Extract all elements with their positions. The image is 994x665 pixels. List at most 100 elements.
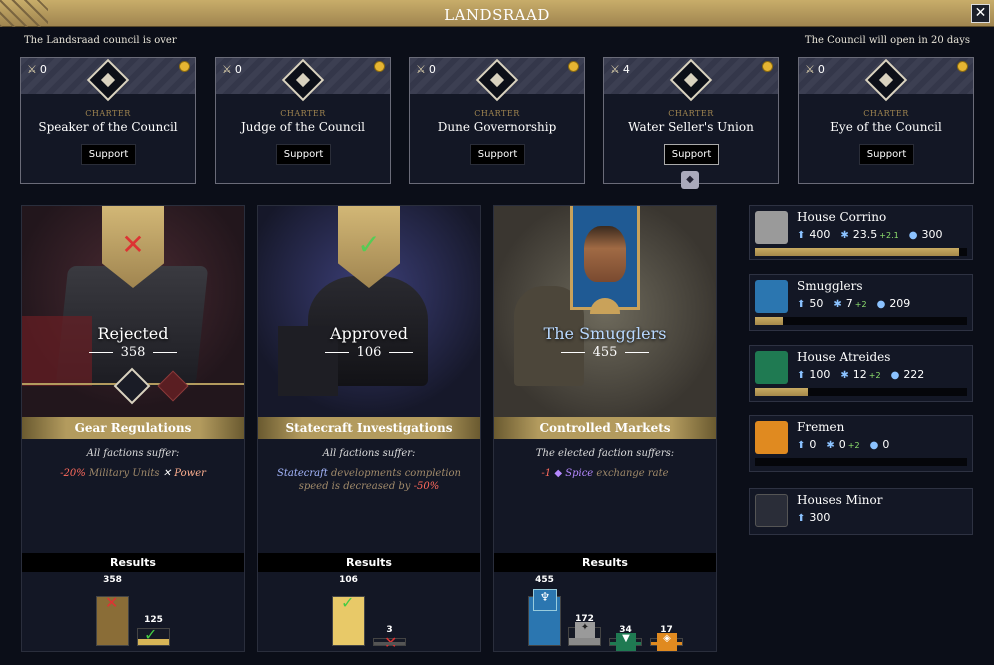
swords-icon: ⚔	[27, 63, 37, 76]
decree-outcome: Rejected	[97, 324, 169, 343]
effect-value: -20%	[60, 468, 86, 479]
decree-subtitle: The elected faction suffers:	[535, 448, 675, 459]
result-bar: ✓	[332, 593, 365, 646]
faction-row-fremen[interactable]: Fremen ⬆ 0 ✱ 0 +2 ● 0	[749, 415, 973, 472]
swords-icon: ⚔	[610, 63, 620, 76]
charter-card[interactable]: ⚔ 4 CHARTER Water Seller's Union Support	[603, 57, 779, 184]
council-status: The Landsraad council is over	[24, 35, 177, 46]
coin-icon	[957, 61, 968, 72]
result-bar-fill	[569, 638, 600, 645]
faction-row-house-corrino[interactable]: House Corrino ⬆ 400 ✱ 23.5 +2.1 ● 300	[749, 205, 973, 260]
decree-card[interactable]: ✓ Approved 106 Statecraft Investigations…	[257, 205, 481, 652]
supplies-value: 0	[882, 438, 890, 451]
page-title: LANDSRAAD	[444, 6, 550, 24]
influence-icon: ⬆	[797, 230, 806, 241]
effect-key: Spice	[565, 468, 594, 479]
support-button[interactable]: Support	[470, 144, 525, 165]
agents-icon: ✱	[833, 299, 842, 310]
results-header: Results	[494, 553, 716, 572]
result-bar-fill	[610, 642, 641, 645]
charter-card[interactable]: ⚔ 0 CHARTER Judge of the Council Support	[215, 57, 391, 184]
faction-row-houses-minor[interactable]: Houses Minor ⬆ 300	[749, 488, 973, 535]
result-bar: ✕	[96, 593, 129, 646]
decree-vote-total: 106	[258, 345, 480, 360]
decree-card[interactable]: The Smugglers 455 Controlled Markets The…	[493, 205, 717, 652]
coin-icon	[762, 61, 773, 72]
faction-progress-bar	[755, 317, 967, 325]
result-value: 455	[535, 575, 554, 585]
agents-value: 23.5	[852, 228, 878, 241]
charter-label: CHARTER	[474, 109, 520, 118]
decree-vote-total: 455	[494, 345, 716, 360]
military-units-icon: ✕	[162, 468, 172, 479]
support-button[interactable]: Support	[276, 144, 331, 165]
effect-tail: Power	[171, 468, 206, 479]
swords-icon: ⚔	[805, 63, 815, 76]
spice-icon: ◆	[554, 468, 563, 479]
faction-shield-icon: ◆	[681, 171, 699, 189]
charter-label: CHARTER	[85, 109, 131, 118]
agents-gain: +2	[847, 441, 860, 450]
agents-value: 0	[838, 438, 846, 451]
decree-effect: Statecraft developments completion speed…	[276, 467, 462, 493]
charter-label: CHARTER	[280, 109, 326, 118]
decree-artwork: The Smugglers 455	[494, 206, 716, 417]
influence-value: 100	[809, 368, 831, 381]
charter-vote-count: ⚔ 0	[222, 63, 242, 76]
supplies-value: 222	[903, 368, 925, 381]
coin-icon	[374, 61, 385, 72]
charter-name: Eye of the Council	[830, 120, 942, 134]
decree-outcome: Approved	[329, 324, 409, 343]
effect-value: -50%	[413, 481, 440, 492]
effect-text: Military Units	[85, 468, 163, 479]
faction-stats: ⬆ 100 ✱ 12 +2 ● 222	[797, 368, 934, 381]
influence-value: 400	[809, 228, 831, 241]
decree-name: Statecraft Investigations	[258, 417, 480, 439]
check-icon: ✓	[341, 593, 355, 612]
result-bar: ✓	[137, 625, 170, 646]
support-button[interactable]: Support	[81, 144, 136, 165]
faction-row-smugglers[interactable]: Smugglers ⬆ 50 ✱ 7 +2 ● 209	[749, 274, 973, 331]
supplies-icon: ●	[908, 230, 918, 241]
faction-name: House Atreides	[797, 350, 891, 364]
decree-card[interactable]: ✕ Rejected 358 Gear Regulations All fact…	[21, 205, 245, 652]
result-bar: ✕	[373, 633, 406, 652]
charter-vote-count: ⚔ 4	[610, 63, 630, 76]
influence-icon: ⬆	[797, 513, 806, 524]
charter-card[interactable]: ⚔ 0 CHARTER Speaker of the Council Suppor…	[20, 57, 196, 184]
supplies-icon: ●	[876, 299, 886, 310]
decree-artwork: ✕ Rejected 358	[22, 206, 244, 417]
houses-minor-emblem-icon	[755, 494, 788, 527]
decree-artwork: ✓ Approved 106	[258, 206, 480, 417]
swords-icon: ⚔	[222, 63, 232, 76]
support-button[interactable]: Support	[664, 144, 719, 165]
results-header: Results	[258, 553, 480, 572]
fremen-emblem-icon	[755, 421, 788, 454]
faction-row-house-atreides[interactable]: House Atreides ⬆ 100 ✱ 12 +2 ● 222	[749, 345, 973, 402]
agents-icon: ✱	[840, 370, 849, 381]
charter-label: CHARTER	[863, 109, 909, 118]
charter-name: Judge of the Council	[240, 120, 366, 134]
charter-vote-count: ⚔ 0	[416, 63, 436, 76]
charter-card[interactable]: ⚔ 0 CHARTER Dune Governorship Support	[409, 57, 585, 184]
faction-stats: ⬆ 50 ✱ 7 +2 ● 209	[797, 297, 920, 310]
influence-icon: ⬆	[797, 299, 806, 310]
result-bar-fill	[374, 642, 405, 645]
result-value: 125	[144, 615, 163, 625]
support-button[interactable]: Support	[859, 144, 914, 165]
result-bar-fill	[138, 639, 169, 645]
approved-check-icon: ✓	[357, 228, 381, 261]
agents-value: 12	[852, 368, 867, 381]
charter-label: CHARTER	[668, 109, 714, 118]
faction-name: Smugglers	[797, 279, 863, 293]
atreides-emblem-icon	[755, 351, 788, 384]
faction-progress-bar	[755, 458, 967, 466]
close-button[interactable]: ✕	[971, 4, 990, 23]
charter-name: Water Seller's Union	[628, 120, 754, 134]
smuggler-portrait	[584, 226, 626, 282]
swords-icon: ⚔	[416, 63, 426, 76]
influence-value: 50	[809, 297, 824, 310]
decree-name: Controlled Markets	[494, 417, 716, 439]
charter-card[interactable]: ⚔ 0 CHARTER Eye of the Council Support	[798, 57, 974, 184]
influence-value: 300	[809, 511, 831, 524]
